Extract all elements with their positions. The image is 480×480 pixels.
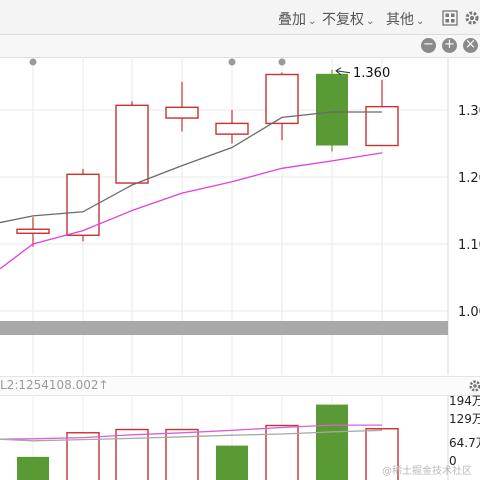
candles: [16, 69, 399, 247]
ma-line: [0, 152, 383, 270]
adjust-label: 不复权: [322, 12, 364, 28]
y-tick-label: 1.30: [458, 104, 480, 119]
zoom-out-button[interactable]: −: [421, 38, 436, 53]
event-markers: [29, 58, 286, 66]
volume-y-tick-label: 194万: [449, 395, 480, 408]
volume-header: L2:1254108.002↑: [0, 376, 480, 396]
candle: [115, 101, 149, 184]
candle-body: [316, 73, 348, 146]
y-tick-label: 1.20: [458, 171, 480, 186]
top-toolbar: 叠加 ⌄ 不复权 ⌄ 其他 ⌄: [0, 0, 480, 35]
high-marker-label: 1.360: [353, 66, 390, 81]
volume-y-tick-label: 129万: [449, 412, 480, 426]
y-tick-label: 1.00: [458, 305, 480, 320]
volume-bar: [115, 428, 149, 480]
candle-body: [16, 228, 50, 234]
adjust-menu[interactable]: 不复权 ⌄: [322, 9, 374, 29]
grid-icon[interactable]: [442, 10, 458, 26]
volume-info-text: L2:1254108.002↑: [0, 378, 109, 392]
candle: [265, 72, 299, 141]
candlestick-chart: 1.30 1.20 1.10 1.00 1.360: [0, 57, 480, 375]
watermark-text: @稀土掘金技术社区: [382, 466, 472, 477]
other-label: 其他: [386, 12, 414, 28]
volume-bars: [17, 404, 399, 480]
range-band-bar: [0, 321, 448, 335]
overlay-menu[interactable]: 叠加 ⌄: [278, 9, 316, 29]
candle: [316, 69, 348, 152]
volume-bar: [216, 445, 248, 480]
volume-y-axis: 194万129万64.7万0: [449, 395, 480, 468]
candle-body: [115, 104, 149, 184]
main-y-axis: 1.30 1.20 1.10 1.00: [458, 104, 480, 320]
y-tick-label: 1.10: [458, 238, 480, 253]
chevron-down-icon: ⌄: [416, 16, 425, 27]
event-dot: [228, 58, 236, 66]
candle-body: [215, 122, 249, 135]
other-menu[interactable]: 其他 ⌄: [386, 9, 424, 29]
chevron-down-icon: ⌄: [366, 16, 375, 27]
overlay-label: 叠加: [278, 12, 306, 28]
candle: [16, 217, 50, 247]
event-dot: [29, 58, 37, 66]
candle: [215, 110, 249, 144]
chevron-down-icon: ⌄: [308, 16, 317, 27]
candle: [365, 79, 399, 147]
range-band: [0, 321, 448, 335]
chart-subbar: − + ×: [0, 35, 480, 58]
candle-body: [165, 106, 199, 119]
zoom-in-button[interactable]: +: [442, 38, 457, 53]
volume-gear-icon[interactable]: [468, 379, 480, 393]
volume-bar: [17, 456, 49, 480]
volume-bar: [316, 404, 348, 480]
volume-y-tick-label: 64.7万: [449, 436, 480, 450]
close-button[interactable]: ×: [463, 38, 478, 53]
gear-icon[interactable]: [464, 10, 480, 26]
candle: [165, 81, 199, 132]
event-dot: [278, 58, 286, 66]
